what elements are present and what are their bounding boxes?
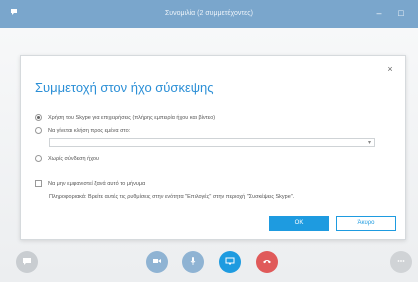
chevron-down-icon: ▾ [367,140,371,146]
call-me-number-select[interactable]: ▾ [49,138,375,147]
option-call-me[interactable]: Να γίνεται κλήση προς εμένα στο: [35,127,130,134]
window-titlebar: Συνομιλία (2 συμμετέχοντες) – □ [0,0,418,28]
more-icon [396,253,406,271]
radio-no-audio[interactable] [35,155,42,162]
maximize-button[interactable]: □ [394,6,408,20]
radio-call-me[interactable] [35,127,42,134]
option-no-audio[interactable]: Χωρίς σύνδεση ήχου [35,155,99,162]
mic-icon [188,253,198,271]
chat-icon [22,253,32,271]
video-icon [152,253,162,271]
screen-share-icon [225,253,235,271]
dont-show-again-checkbox[interactable] [35,180,42,187]
option-call-me-label: Να γίνεται κλήση προς εμένα στο: [48,127,131,134]
chat-button[interactable] [16,251,38,273]
ok-button[interactable]: OK [269,216,329,231]
join-audio-dialog: × Συμμετοχή στον ήχο σύσκεψης Χρήση του … [20,55,406,240]
option-use-skype[interactable]: Χρήση του Skype για επιχειρήσεις (πλήρης… [35,114,215,121]
video-button[interactable] [146,251,168,273]
hangup-button[interactable] [256,251,278,273]
more-options-button[interactable] [390,251,412,273]
dialog-title: Συμμετοχή στον ήχο σύσκεψης [35,80,214,95]
info-text: Πληροφοριακά: Βρείτε αυτές τις ρυθμίσεις… [49,194,295,200]
hangup-icon [262,253,272,271]
option-use-skype-label: Χρήση του Skype για επιχειρήσεις (πλήρης… [48,114,216,121]
dont-show-again-label: Να μην εμφανιστεί ξανά αυτό το μήνυμα [48,180,146,187]
option-no-audio-label: Χωρίς σύνδεση ήχου [48,155,100,162]
mic-button[interactable] [182,251,204,273]
minimize-button[interactable]: – [372,6,386,20]
cancel-button[interactable]: Άκυρο [336,216,396,231]
call-controls [0,248,418,282]
radio-use-skype[interactable] [35,114,42,121]
screen-share-button[interactable] [219,251,241,273]
window-title: Συνομιλία (2 συμμετέχοντες) [164,10,254,17]
dont-show-again[interactable]: Να μην εμφανιστεί ξανά αυτό το μήνυμα [35,180,145,187]
close-dialog-button[interactable]: × [385,64,395,74]
